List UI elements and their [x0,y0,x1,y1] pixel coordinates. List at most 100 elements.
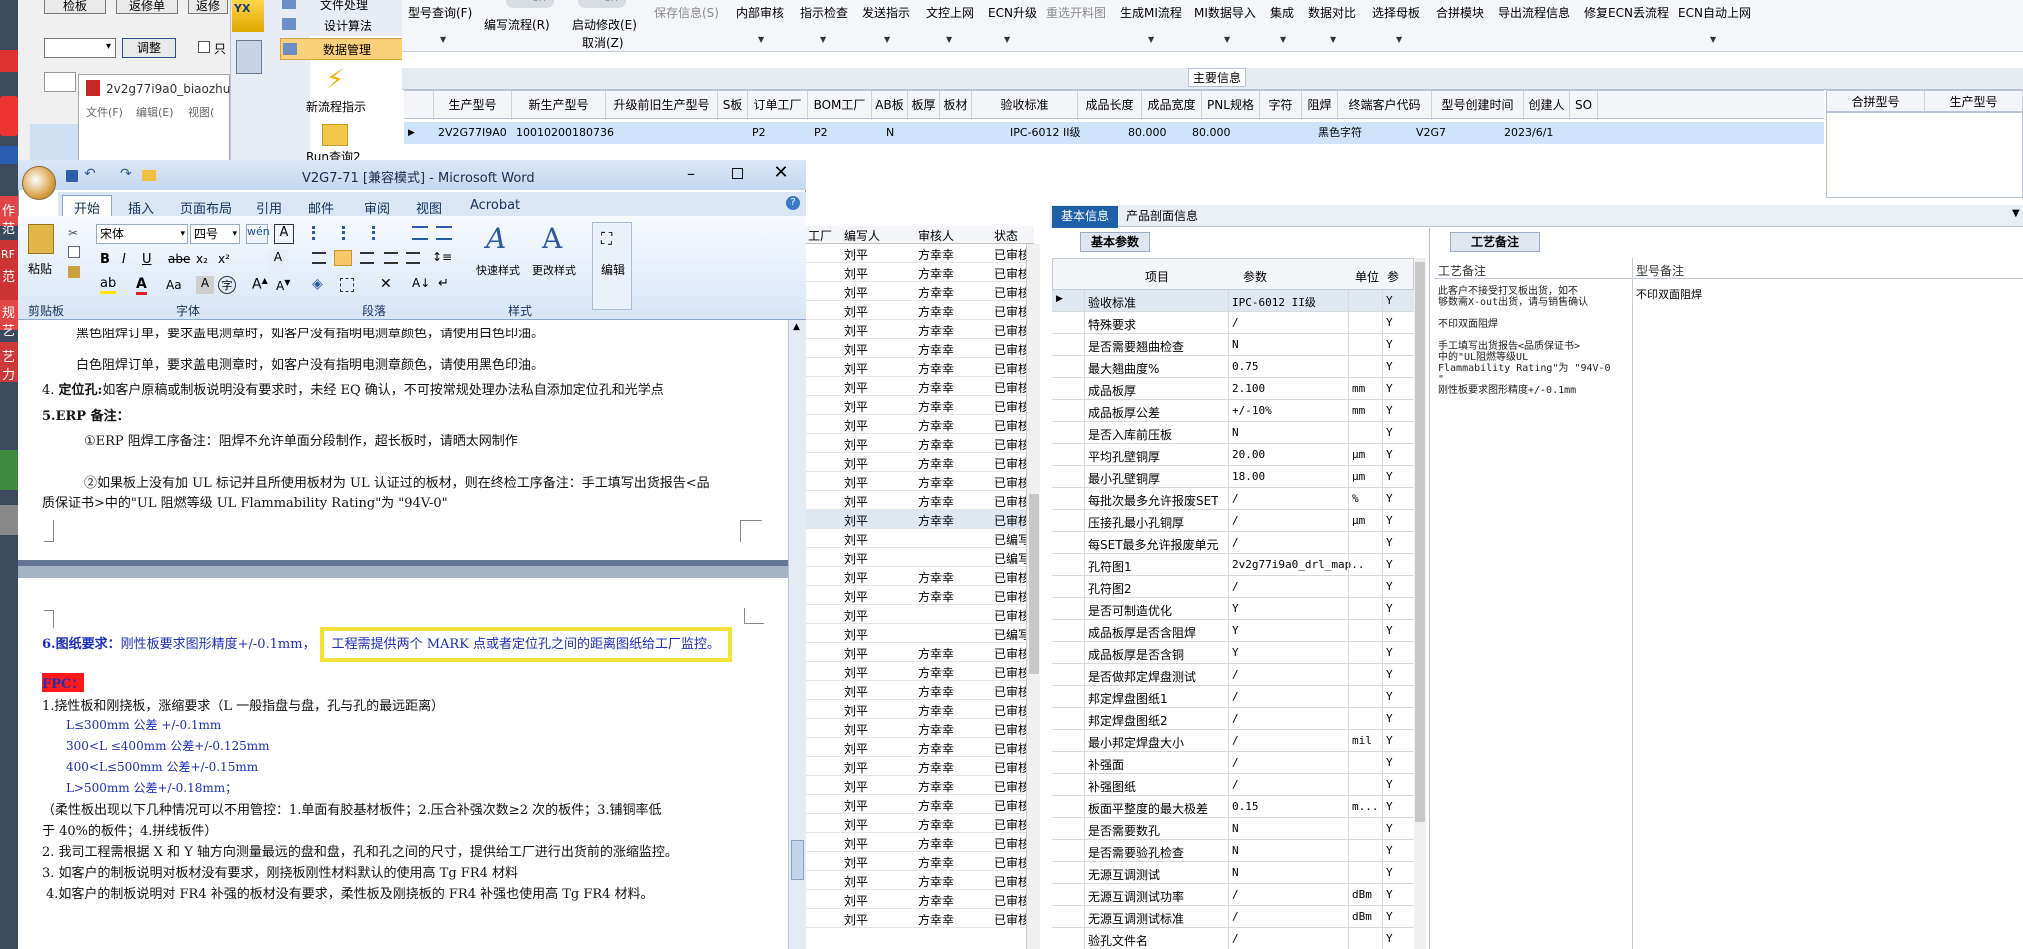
grid-row[interactable]: 刘平 方幸幸 已审核 [800,263,1034,282]
status-grid-scrollbar[interactable] [1026,244,1040,949]
tab-review[interactable]: 审阅 [364,198,390,217]
param-row[interactable]: 最大翘曲度% 0.75 Y [1052,356,1414,378]
combo-box[interactable]: ▾ [44,38,116,58]
subscript-icon[interactable]: x₂ [196,252,208,266]
param-row[interactable]: 压接孔最小孔铜厚 / μm Y [1052,510,1414,532]
param-row[interactable]: 是否做邦定焊盘测试 / Y [1052,664,1414,686]
pdf-menu-view[interactable]: 视图( [188,104,214,120]
top-left-button-1[interactable]: 检板 [44,0,106,14]
grid-row[interactable]: 刘平 方幸幸 已审核 [800,377,1034,396]
toolbar-doc-online[interactable]: 文控上网 [926,4,974,21]
chevron-down-icon[interactable]: ▼ [1330,35,1336,44]
top-left-button-3[interactable]: 返修 [188,0,228,14]
param-row[interactable]: 特殊要求 / Y [1052,312,1414,334]
text-field[interactable] [44,72,76,92]
param-row[interactable]: 成品板厚是否含阻焊 Y Y [1052,620,1414,642]
new-flow-label[interactable]: 新流程指示 [306,98,366,115]
grid-row[interactable]: 刘平 方幸幸 已审核 [800,909,1034,928]
grow-font-icon[interactable]: A▲ [252,276,268,293]
tab-acrobat[interactable]: Acrobat [470,198,520,213]
params-scrollbar[interactable] [1414,258,1426,949]
folder-icon[interactable] [322,124,348,146]
number-list-icon[interactable] [342,226,362,240]
left-strip-icon-1[interactable] [0,50,18,72]
format-painter-icon[interactable] [68,266,80,278]
grid-row[interactable]: 刘平 方幸幸 已审核 [800,244,1034,263]
grid-row[interactable]: 刘平 方幸幸 已审核 [800,396,1034,415]
lightning-icon[interactable]: ⚡ [326,66,346,96]
param-row[interactable]: 成品板厚公差 +/-10% mm Y [1052,400,1414,422]
column-header[interactable]: 编写人 [844,227,880,244]
align-left-icon[interactable] [312,252,326,264]
column-header[interactable]: 型号创建时间 [1432,91,1524,120]
param-row[interactable]: 是否入库前压板 N Y [1052,422,1414,444]
grid-row[interactable]: 刘平 方幸幸 已审核 [800,890,1034,909]
column-header[interactable]: 终端客户代码 [1338,91,1432,120]
process-note-text[interactable]: 此客户不接受打叉板出货，如不 够数需X-out出货，请与销售确认 不印双面阻焊 手工填… [1438,286,1628,396]
tab-basic-info[interactable]: 基本信息 [1052,206,1118,228]
tab-insert[interactable]: 插入 [128,198,154,217]
pdf-menu-file[interactable]: 文件(F) [86,104,123,120]
toolbar-internal-audit[interactable]: 内部审核 [736,4,784,21]
align-center-icon[interactable] [334,250,352,266]
phonetic-icon[interactable]: wén [246,224,270,244]
column-header[interactable]: 板厚 [908,91,940,120]
grid-row[interactable]: 刘平 已编写 [800,529,1034,548]
minimize-button[interactable]: – [676,164,706,184]
column-header[interactable]: 工厂 [808,227,832,244]
highlight-icon[interactable]: ab [100,276,117,294]
enclose-char-icon[interactable]: 字 [218,276,236,294]
chevron-down-icon[interactable]: ▼ [1710,35,1716,44]
scrollbar-thumb[interactable] [791,840,804,880]
grid-row[interactable]: 刘平 方幸幸 已审核 [800,738,1034,757]
font-name-select[interactable]: 宋体 ▾ [96,224,188,244]
column-header[interactable]: 状态 [994,227,1018,244]
column-header[interactable]: PNL规格 [1202,91,1260,120]
toolbar-instruction-check[interactable]: 指示检查 [800,4,848,21]
column-header[interactable]: 板材 [940,91,972,120]
param-row[interactable]: 孔符图2 / Y [1052,576,1414,598]
param-row[interactable]: 最小孔壁铜厚 18.00 μm Y [1052,466,1414,488]
sort-icon[interactable]: A↓ [412,276,430,290]
grid-row[interactable]: 刘平 已审核 [800,605,1034,624]
quick-style-button[interactable]: A 快速样式 [474,222,528,294]
bullet-list-icon[interactable] [312,226,332,240]
cut-icon[interactable]: ✂ [68,226,78,240]
grid-row[interactable]: 刘平 方幸幸 已审核 [800,833,1034,852]
maximize-button[interactable] [722,164,752,184]
justify-icon[interactable] [384,252,398,264]
param-row[interactable]: 每批次最多允许报废SET /% Y [1052,488,1414,510]
grid-row[interactable]: 刘平 方幸幸 已审核 [800,681,1034,700]
param-row[interactable]: ▶ 验收标准 IPC-6012 II级 Y [1052,290,1414,312]
column-header[interactable]: S板 [718,91,748,120]
param-row[interactable]: 平均孔壁铜厚 20.00 μm Y [1052,444,1414,466]
open-icon[interactable] [142,170,156,181]
strikethrough-icon[interactable]: abe [168,252,190,266]
tab-layout[interactable]: 页面布局 [180,198,232,217]
tab-view[interactable]: 视图 [416,198,442,217]
column-header[interactable]: 审核人 [918,227,954,244]
toolbar-mi-import[interactable]: MI数据导入 [1194,4,1256,21]
table-row[interactable]: ▶ 2V2G77I9A0 10010200180736 P2 P2 N IPC-… [404,122,1824,144]
param-row[interactable]: 邦定焊盘图纸1 / Y [1052,686,1414,708]
grid-row[interactable]: 刘平 方幸幸 已审核 [800,339,1034,358]
chevron-down-icon[interactable]: ▼ [1396,35,1402,44]
grid-row[interactable]: 刘平 方幸幸 已审核 [800,453,1034,472]
param-row[interactable]: 成品板厚 2.100 mm Y [1052,378,1414,400]
toolbar-save[interactable]: 保存信息(S) [654,4,719,21]
save-icon[interactable] [66,170,78,182]
param-row[interactable]: 板面平整度的最大极差 0.15 m... Y [1052,796,1414,818]
superscript-icon[interactable]: x² [218,252,230,266]
column-header[interactable]: 创建人 [1524,91,1570,120]
grid-row[interactable]: 刘平 方幸幸 已审核 [800,776,1034,795]
grid-row[interactable]: 刘平 方幸幸 已审核 [800,491,1034,510]
column-header[interactable]: 合拼型号 [1827,91,1925,113]
toolbar-fix-ecn[interactable]: 修复ECN丢流程 [1584,4,1669,21]
grid-row[interactable]: 刘平 方幸幸 已审核 [800,795,1034,814]
distribute-icon[interactable] [406,252,420,264]
left-strip-icon-2[interactable] [0,96,18,136]
clear-format-icon[interactable]: A [268,250,288,270]
toolbar-ecn-upgrade[interactable]: ECN升级 [988,4,1037,21]
column-header[interactable]: 升级前旧生产型号 [606,91,718,120]
grid-row[interactable]: 刘平 方幸幸 已审核 [800,415,1034,434]
